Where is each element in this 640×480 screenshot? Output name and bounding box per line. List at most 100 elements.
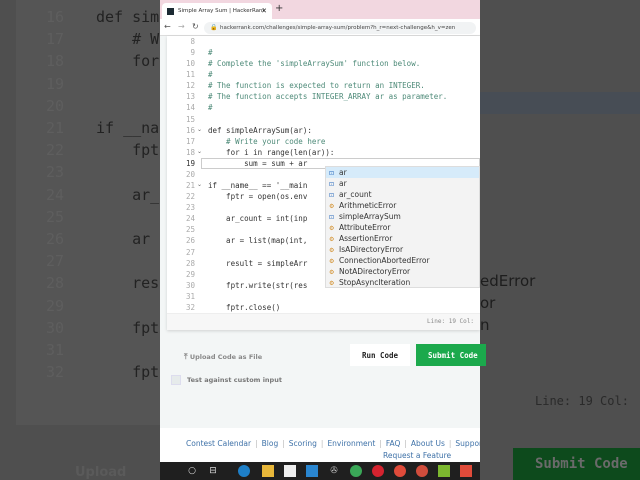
code-line: for i in range(len(ar)): <box>208 147 335 157</box>
autocomplete-popup: ⊡ ar ⊡ ar ⊡ ar_count ⚙ ArithmeticError ⊡ simpleAr… <box>325 166 480 288</box>
autocomplete-item[interactable]: ⊡ simpleArraySum <box>326 211 479 222</box>
mail-icon[interactable] <box>306 465 318 477</box>
recorder-icon[interactable] <box>460 465 472 477</box>
code-line: fptr.close() <box>208 302 281 312</box>
code-line: # <box>208 103 213 113</box>
fold-chevron-icon[interactable]: ⌄ <box>197 126 202 133</box>
edge-icon[interactable] <box>238 465 250 477</box>
code-line: fptr.write(str(res <box>208 280 308 290</box>
footer-link[interactable]: Support <box>455 439 480 448</box>
reload-icon[interactable]: ↻ <box>192 22 199 31</box>
line-number: 13 <box>185 92 195 102</box>
autocomplete-label: ConnectionAbortedError <box>339 256 430 265</box>
code-line: ar_count = int(inp <box>208 214 308 224</box>
media-icon[interactable]: ✇ <box>328 465 340 477</box>
browser-tab[interactable]: Simple Array Sum | HackerRank ✕ <box>162 3 272 19</box>
autocomplete-item[interactable]: ⊡ ar <box>326 167 479 178</box>
opera-icon[interactable] <box>372 465 384 477</box>
autocomplete-item[interactable]: ⚙ AssertionError <box>326 233 479 244</box>
chrome-active-icon[interactable] <box>394 465 406 477</box>
footer-link[interactable]: Environment <box>327 439 375 448</box>
background-text: or <box>480 294 496 312</box>
upload-label: Upload Code as File <box>189 353 263 361</box>
custom-input-checkbox[interactable] <box>171 375 181 385</box>
close-tab-icon[interactable]: ✕ <box>261 7 267 15</box>
autocomplete-label: ar_count <box>339 190 372 199</box>
file-explorer-icon[interactable] <box>262 465 274 477</box>
background-line-number: 21 <box>46 119 65 137</box>
fold-chevron-icon[interactable]: ⌄ <box>197 148 202 155</box>
run-code-button[interactable]: Run Code <box>350 344 410 366</box>
autocomplete-label: AttributeError <box>339 223 391 232</box>
task-view-icon[interactable]: ⊟ <box>207 465 219 477</box>
camtasia-icon[interactable] <box>438 465 450 477</box>
footer-link[interactable]: Scoring <box>289 439 317 448</box>
autocomplete-item[interactable]: ⚙ StopAsyncIteration <box>326 277 479 287</box>
class-icon: ⚙ <box>329 280 335 287</box>
fold-chevron-icon[interactable]: ⌄ <box>197 181 202 188</box>
footer-link[interactable]: About Us <box>411 439 445 448</box>
custom-input-label: Test against custom input <box>187 376 282 384</box>
line-number: 30 <box>185 280 195 290</box>
autocomplete-item[interactable]: ⚙ IsADirectoryError <box>326 244 479 255</box>
background-line-number: 23 <box>46 163 65 182</box>
editor-status: Line: 19 Col: <box>167 313 480 330</box>
autocomplete-item[interactable]: ⊡ ar <box>326 178 479 189</box>
line-number: 21 <box>185 181 195 191</box>
code-line: if __name__ == '__main <box>208 181 308 191</box>
footer-link[interactable]: Blog <box>262 439 279 448</box>
code-line: # Complete the 'simpleArraySum' function… <box>208 59 421 69</box>
taskbar: ○ ⊟ ✇ <box>160 462 480 480</box>
browser-window: Simple Array Sum | HackerRank ✕ + ← → ↻ … <box>160 0 480 480</box>
autocomplete-label: ArithmeticError <box>339 201 397 210</box>
background-code: fpt <box>96 318 160 337</box>
chrome-profile-icon[interactable] <box>416 465 428 477</box>
url-input[interactable]: 🔒 hackerrank.com/challenges/simple-array-… <box>204 22 476 34</box>
lock-icon: 🔒 <box>210 24 218 31</box>
background-line-number: 16 <box>46 8 65 26</box>
background-left: 16 def sim 17 # W 18 for 19 20 21 if __na 22 fpt… <box>0 0 160 480</box>
line-number: 17 <box>185 136 195 146</box>
tab-title: Simple Array Sum | HackerRank <box>178 8 266 14</box>
line-number: 22 <box>185 192 195 202</box>
autocomplete-item[interactable]: ⚙ ArithmeticError <box>326 200 479 211</box>
background-code: res <box>96 274 160 293</box>
footer-link[interactable]: FAQ <box>386 439 401 448</box>
autocomplete-item[interactable]: ⚙ AttributeError <box>326 222 479 233</box>
submit-code-button[interactable]: Submit Code <box>416 344 486 366</box>
autocomplete-item[interactable]: ⚙ NotADirectoryError <box>326 266 479 277</box>
line-number: 18 <box>185 147 195 157</box>
autocomplete-item[interactable]: ⊡ ar_count <box>326 189 479 200</box>
chrome-icon[interactable] <box>350 465 362 477</box>
separator: | <box>404 439 407 448</box>
autocomplete-label: NotADirectoryError <box>339 267 411 276</box>
background-submit: Submit Code <box>513 448 640 480</box>
background-code: for <box>96 52 160 71</box>
code-line: # <box>208 48 213 58</box>
separator: | <box>255 439 258 448</box>
url-text: hackerrank.com/challenges/simple-array-s… <box>220 25 456 31</box>
line-number: 23 <box>185 203 195 213</box>
code-line: fptr = open(os.env <box>208 192 308 202</box>
footer: Contest Calendar | Blog | Scoring | Environmen… <box>160 428 480 462</box>
line-number: 12 <box>185 81 195 91</box>
line-number: 8 <box>190 37 195 46</box>
code-editor[interactable]: 32 fptr.close() 31 30 fptr.write(str(res 29… <box>167 36 480 330</box>
background-code: fpt <box>96 363 160 382</box>
background-line-number: 32 <box>46 363 65 382</box>
code-line: # The function accepts INTEGER_ARRAY ar … <box>208 92 448 102</box>
separator: | <box>320 439 324 448</box>
forward-icon[interactable]: → <box>178 22 185 31</box>
background-line-number: 24 <box>46 185 65 204</box>
footer-link-request-feature[interactable]: Request a Feature <box>383 451 451 460</box>
search-icon[interactable]: ○ <box>186 465 198 477</box>
autocomplete-label: simpleArraySum <box>339 212 401 221</box>
store-icon[interactable] <box>284 465 296 477</box>
code-line: result = simpleArr <box>208 258 308 268</box>
upload-code-button[interactable]: ⤒ Upload Code as File <box>184 352 262 362</box>
autocomplete-item[interactable]: ⚙ ConnectionAbortedError <box>326 255 479 266</box>
back-icon[interactable]: ← <box>164 22 171 31</box>
background-line-number: 26 <box>46 230 65 248</box>
footer-link[interactable]: Contest Calendar <box>186 439 251 448</box>
new-tab-icon[interactable]: + <box>275 3 283 14</box>
